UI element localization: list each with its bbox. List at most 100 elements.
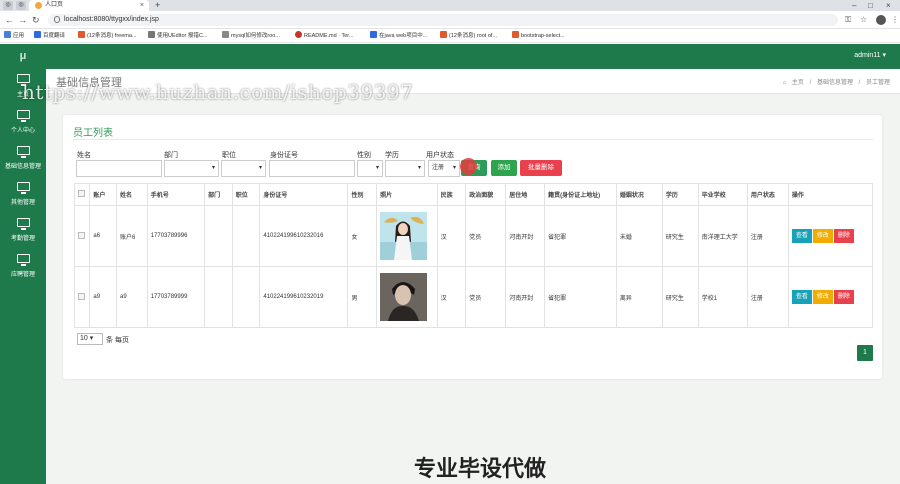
status-filter-value: 注册 bbox=[432, 165, 445, 171]
bookmark-label: mysql如何修改roo... bbox=[231, 33, 280, 39]
bookmark-apps[interactable]: 应用 bbox=[4, 31, 24, 41]
add-button[interactable]: 添加 bbox=[491, 160, 517, 176]
col-header: 居住地 bbox=[505, 183, 546, 206]
cell-idcard: 410224199610232019 bbox=[259, 266, 349, 328]
bookmark-item[interactable]: README.md · Ter... bbox=[295, 31, 353, 41]
address-bar: ← → ↻ localhost:8080/ttygxx/index.jsp ⚿ … bbox=[0, 11, 900, 29]
row-checkbox[interactable] bbox=[78, 231, 85, 239]
sidebar-item-label: 应聘管理 bbox=[10, 272, 35, 278]
pinned-tab-1[interactable]: ◎ bbox=[3, 1, 13, 10]
status-filter-select[interactable]: 注册 ▾ bbox=[428, 160, 460, 177]
forward-icon[interactable]: → bbox=[18, 14, 27, 26]
profile-avatar[interactable] bbox=[876, 15, 886, 25]
browser-tab-active[interactable]: 人口页 × bbox=[29, 0, 149, 11]
cell-origin: 省犯罪 bbox=[544, 205, 617, 267]
close-tab-icon[interactable]: × bbox=[140, 1, 144, 10]
url-text: localhost:8080/ttygxx/index.jsp bbox=[64, 16, 159, 23]
page-icon bbox=[370, 31, 377, 38]
select-all-checkbox[interactable] bbox=[78, 190, 85, 197]
sidebar-item-recruit[interactable]: 应聘管理 bbox=[0, 254, 46, 284]
chevron-down-icon: ▾ bbox=[211, 165, 215, 171]
bookmark-item[interactable]: mysql如何修改roo... bbox=[222, 31, 280, 41]
col-header: 毕业学校 bbox=[697, 183, 748, 206]
bookmark-item[interactable]: bootstrap-select... bbox=[512, 31, 565, 41]
delete-button[interactable]: 删除 bbox=[833, 229, 854, 243]
pinned-tab-2[interactable]: ◎ bbox=[16, 1, 26, 10]
page-size-label: 条 每页 bbox=[106, 337, 129, 344]
page-size-select[interactable]: 10 ▾ bbox=[77, 333, 103, 345]
bookmark-item[interactable]: (12条消息) root of... bbox=[440, 31, 497, 41]
monitor-icon bbox=[16, 218, 30, 230]
status-filter-label: 用户状态 bbox=[426, 152, 454, 159]
browser-tab-strip: ◎ ◎ 人口页 × + – □ × bbox=[0, 0, 900, 11]
maximize-icon[interactable]: □ bbox=[868, 0, 873, 11]
chevron-down-icon: ▾ bbox=[89, 335, 94, 342]
col-header: 民族 bbox=[436, 183, 467, 206]
page-icon bbox=[148, 31, 155, 38]
site-info-icon[interactable] bbox=[54, 16, 60, 23]
bookmark-item[interactable]: 在java web项目中... bbox=[370, 31, 427, 41]
page-number-button[interactable]: 1 bbox=[857, 345, 873, 361]
cell-ethnic: 汉 bbox=[436, 205, 467, 267]
cell-school: 学校1 bbox=[697, 266, 748, 328]
new-tab-button[interactable]: + bbox=[155, 0, 160, 11]
close-window-icon[interactable]: × bbox=[886, 0, 891, 11]
card-title: 员工列表 bbox=[73, 128, 113, 139]
minimize-icon[interactable]: – bbox=[852, 0, 856, 11]
cell-residence: 河南开封 bbox=[505, 266, 546, 328]
bookmark-star-icon[interactable]: ☆ bbox=[860, 14, 867, 26]
sidebar-item-label: 考勤管理 bbox=[10, 236, 35, 242]
select-all-cell[interactable] bbox=[73, 183, 91, 206]
view-button[interactable]: 查看 bbox=[791, 290, 812, 304]
cell-name: a9 bbox=[115, 266, 148, 328]
id-filter-input[interactable] bbox=[269, 160, 355, 177]
batch-delete-button[interactable]: 批量删除 bbox=[520, 160, 562, 176]
position-filter-select[interactable]: ▾ bbox=[221, 160, 266, 177]
bookmark-item[interactable]: (12条消息) freema... bbox=[78, 31, 137, 41]
bookmark-label: 应用 bbox=[13, 33, 25, 39]
breadcrumb-section[interactable]: 基础信息管理 bbox=[817, 80, 853, 86]
gender-filter-select[interactable]: ▾ bbox=[357, 160, 383, 177]
sidebar-item-attendance[interactable]: 考勤管理 bbox=[0, 218, 46, 248]
divider bbox=[73, 139, 873, 140]
page-size-value: 10 bbox=[80, 335, 88, 342]
row-select-cell[interactable] bbox=[73, 205, 91, 267]
sidebar-item-other[interactable]: 其他管理 bbox=[0, 182, 46, 212]
name-filter-input[interactable] bbox=[76, 160, 162, 177]
edit-button[interactable]: 修改 bbox=[812, 290, 833, 304]
bookmark-label: (12条消息) freema... bbox=[87, 33, 137, 39]
back-icon[interactable]: ← bbox=[5, 14, 14, 26]
key-icon[interactable]: ⚿ bbox=[845, 14, 851, 26]
url-field[interactable]: localhost:8080/ttygxx/index.jsp bbox=[48, 14, 838, 26]
col-header: 姓名 bbox=[115, 183, 148, 206]
watermark-url: https://www.huzhan.com/ishop39397 bbox=[22, 80, 414, 104]
monitor-icon bbox=[16, 182, 30, 194]
apps-grid-icon bbox=[4, 31, 11, 38]
edu-filter-select[interactable]: ▾ bbox=[385, 160, 425, 177]
row-select-cell[interactable] bbox=[73, 266, 91, 328]
bookmark-label: README.md · Ter... bbox=[304, 33, 354, 39]
sidebar-item-profile[interactable]: 个人中心 bbox=[0, 110, 46, 140]
bookmark-item[interactable]: 百度翻译 bbox=[34, 31, 65, 41]
user-menu[interactable]: admin11 ▾ bbox=[854, 51, 886, 59]
bookmark-label: 使用UEditor 报错C... bbox=[157, 33, 208, 39]
bookmark-item[interactable]: 使用UEditor 报错C... bbox=[148, 31, 207, 41]
reload-icon[interactable]: ↻ bbox=[32, 14, 40, 26]
cell-marital: 离异 bbox=[615, 266, 663, 328]
bookmark-label: 在java web项目中... bbox=[379, 33, 428, 39]
row-checkbox[interactable] bbox=[78, 292, 85, 300]
view-button[interactable]: 查看 bbox=[791, 229, 812, 243]
cell-ethnic: 汉 bbox=[436, 266, 467, 328]
sidebar-item-basic-info[interactable]: 基础信息管理 bbox=[0, 146, 46, 176]
menu-kebab-icon[interactable]: ⋮ bbox=[891, 14, 899, 26]
cell-residence: 河南开封 bbox=[505, 205, 546, 267]
csdn-icon bbox=[78, 31, 85, 38]
col-header: 婚姻状况 bbox=[615, 183, 663, 206]
cell-political: 党员 bbox=[465, 266, 507, 328]
employee-photo-female bbox=[380, 212, 428, 260]
breadcrumb-home[interactable]: 主页 bbox=[792, 80, 804, 86]
cell-dept bbox=[204, 266, 233, 328]
edit-button[interactable]: 修改 bbox=[812, 229, 833, 243]
delete-button[interactable]: 删除 bbox=[833, 290, 854, 304]
dept-filter-select[interactable]: ▾ bbox=[164, 160, 219, 177]
